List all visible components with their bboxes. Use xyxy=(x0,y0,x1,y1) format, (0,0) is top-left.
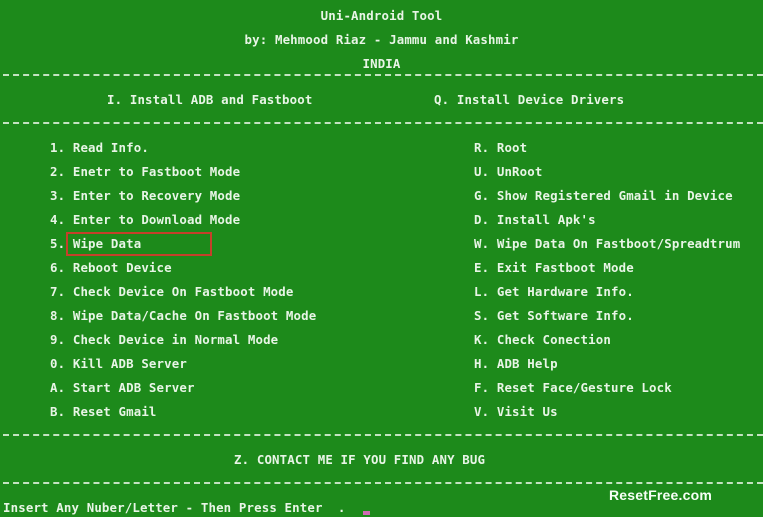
input-prompt[interactable]: Insert Any Nuber/Letter - Then Press Ent… xyxy=(3,501,345,515)
app-title: Uni-Android Tool xyxy=(320,8,443,23)
watermark-logo: ResetFree.com xyxy=(609,487,712,503)
menu-item-check-normal[interactable]: 9. Check Device in Normal Mode xyxy=(50,333,278,347)
menu-item-fastboot-mode[interactable]: 2. Enetr to Fastboot Mode xyxy=(50,165,240,179)
menu-item-reboot-device[interactable]: 6. Reboot Device xyxy=(50,261,172,275)
menu-item-start-adb[interactable]: A. Start ADB Server xyxy=(50,381,195,395)
menu-item-root[interactable]: R. Root xyxy=(474,141,527,155)
section-install-drivers: Q. Install Device Drivers xyxy=(434,92,625,107)
divider-footer xyxy=(3,482,763,484)
menu-item-install-apks[interactable]: D. Install Apk's xyxy=(474,213,596,227)
menu-item-exit-fastboot[interactable]: E. Exit Fastboot Mode xyxy=(474,261,634,275)
menu-item-wipe-cache-fastboot[interactable]: 8. Wipe Data/Cache On Fastboot Mode xyxy=(50,309,316,323)
menu-item-download-mode[interactable]: 4. Enter to Download Mode xyxy=(50,213,240,227)
divider-top xyxy=(3,74,763,76)
menu-item-kill-adb[interactable]: 0. Kill ADB Server xyxy=(50,357,187,371)
menu-item-check-connection[interactable]: K. Check Conection xyxy=(474,333,611,347)
menu-item-reset-gmail[interactable]: B. Reset Gmail xyxy=(50,405,157,419)
menu-item-adb-help[interactable]: H. ADB Help xyxy=(474,357,558,371)
menu-item-visit-us[interactable]: V. Visit Us xyxy=(474,405,558,419)
highlight-box xyxy=(66,232,212,256)
contact-line[interactable]: Z. CONTACT ME IF YOU FIND ANY BUG xyxy=(234,453,485,467)
menu-item-read-info[interactable]: 1. Read Info. xyxy=(50,141,149,155)
section-install-adb: I. Install ADB and Fastboot xyxy=(107,92,313,107)
text-cursor xyxy=(363,511,370,515)
author-line: by: Mehmood Riaz - Jammu and Kashmir xyxy=(244,32,519,47)
menu-item-show-gmail[interactable]: G. Show Registered Gmail in Device xyxy=(474,189,733,203)
menu-item-check-fastboot[interactable]: 7. Check Device On Fastboot Mode xyxy=(50,285,294,299)
divider-bottom xyxy=(3,434,763,436)
country-label: INDIA xyxy=(362,56,401,71)
menu-item-reset-face-lock[interactable]: F. Reset Face/Gesture Lock xyxy=(474,381,672,395)
menu-item-software-info[interactable]: S. Get Software Info. xyxy=(474,309,634,323)
divider-sections xyxy=(3,122,763,124)
menu-item-recovery-mode[interactable]: 3. Enter to Recovery Mode xyxy=(50,189,240,203)
menu-item-unroot[interactable]: U. UnRoot xyxy=(474,165,543,179)
menu-item-wipe-spreadtrum[interactable]: W. Wipe Data On Fastboot/Spreadtrum xyxy=(474,237,740,251)
menu-item-hardware-info[interactable]: L. Get Hardware Info. xyxy=(474,285,634,299)
